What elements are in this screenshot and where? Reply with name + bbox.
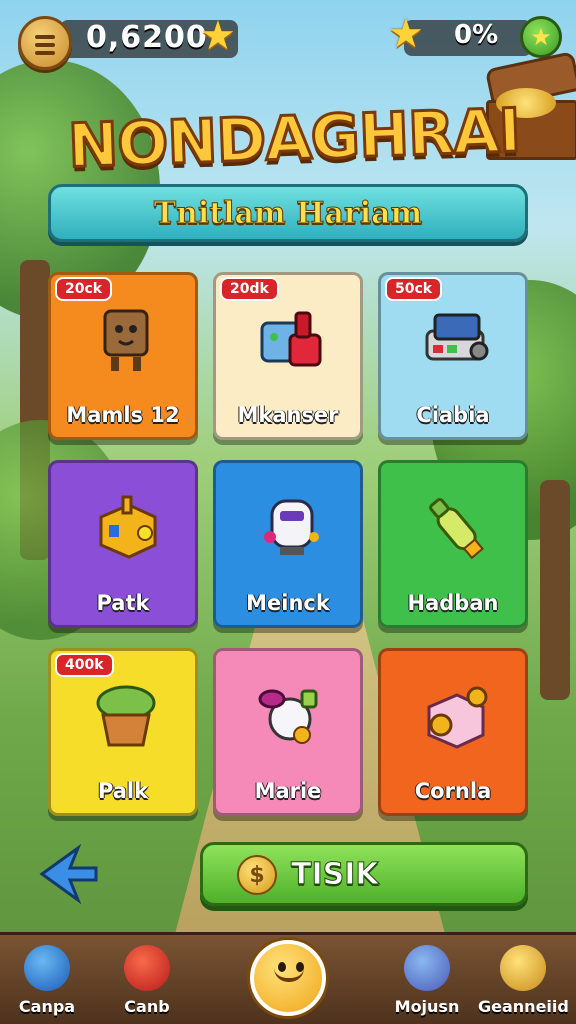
nav-label: Geanneiid (478, 997, 569, 1016)
nav-item-mojusn[interactable]: Mojusn (382, 939, 472, 1024)
item-card[interactable]: Meinck (213, 460, 363, 628)
item-card[interactable]: 20ck Mamls 12 (48, 272, 198, 440)
nav-label: Mojusn (394, 997, 460, 1016)
item-label: Mkanser (237, 403, 339, 427)
item-grid: 20ck Mamls 12 20dk Mkanser 50ck Ciabia P… (48, 272, 528, 816)
item-label: Patk (96, 591, 150, 615)
coin-icon: $ (237, 855, 277, 895)
coin-box-icon (427, 686, 488, 749)
item-label: Ciabia (416, 403, 490, 427)
nav-label: Canb (124, 997, 170, 1016)
bottle-icon (429, 497, 484, 560)
nav-label: Canpa (18, 997, 76, 1016)
coin-count: 0,6200 (86, 20, 208, 55)
price-badge: 400k (55, 653, 114, 677)
blue-creature-icon (24, 945, 70, 991)
item-label: Marie (254, 779, 322, 803)
machine-icon (260, 311, 322, 367)
item-card[interactable]: Hadban (378, 460, 528, 628)
nav-item-canb[interactable]: Canb (102, 939, 192, 1024)
price-badge: 20ck (55, 277, 113, 301)
item-card[interactable]: 400k Palk (48, 648, 198, 816)
nav-item-geanneiid[interactable]: Geanneiid (478, 939, 569, 1024)
price-badge: 20dk (220, 277, 279, 301)
item-label: Meinck (246, 591, 330, 615)
item-label: Mamls 12 (66, 403, 180, 427)
bulb-icon (258, 689, 318, 744)
item-card[interactable]: Cornla (378, 648, 528, 816)
item-card[interactable]: Patk (48, 460, 198, 628)
star-icon: ★ (200, 13, 236, 59)
menu-button[interactable] (18, 16, 72, 70)
item-card[interactable]: Marie (213, 648, 363, 816)
gadget-icon (425, 313, 489, 361)
subtitle-banner: Tnitlam Hariam (48, 184, 528, 242)
robot-icon (264, 499, 319, 555)
action-label: TISIK (291, 857, 380, 893)
shell-icon (500, 945, 546, 991)
item-card[interactable]: 20dk Mkanser (213, 272, 363, 440)
gamepad-icon (404, 945, 450, 991)
back-arrow-icon[interactable] (38, 844, 98, 904)
item-card[interactable]: 50ck Ciabia (378, 272, 528, 440)
red-creature-icon (124, 945, 170, 991)
action-button[interactable]: $ TISIK (200, 842, 528, 906)
robot-box-icon (103, 309, 149, 371)
subtitle-text: Tnitlam Hariam (153, 195, 423, 231)
plant-pot-icon (96, 685, 156, 747)
home-button[interactable] (250, 940, 326, 1016)
price-badge: 50ck (385, 277, 443, 301)
item-label: Hadban (407, 591, 499, 615)
puzzle-box-icon (99, 495, 157, 559)
item-label: Palk (97, 779, 149, 803)
item-label: Cornla (414, 779, 492, 803)
nav-item-canpa[interactable]: Canpa (2, 939, 92, 1024)
star-icon: ★ (388, 11, 424, 57)
